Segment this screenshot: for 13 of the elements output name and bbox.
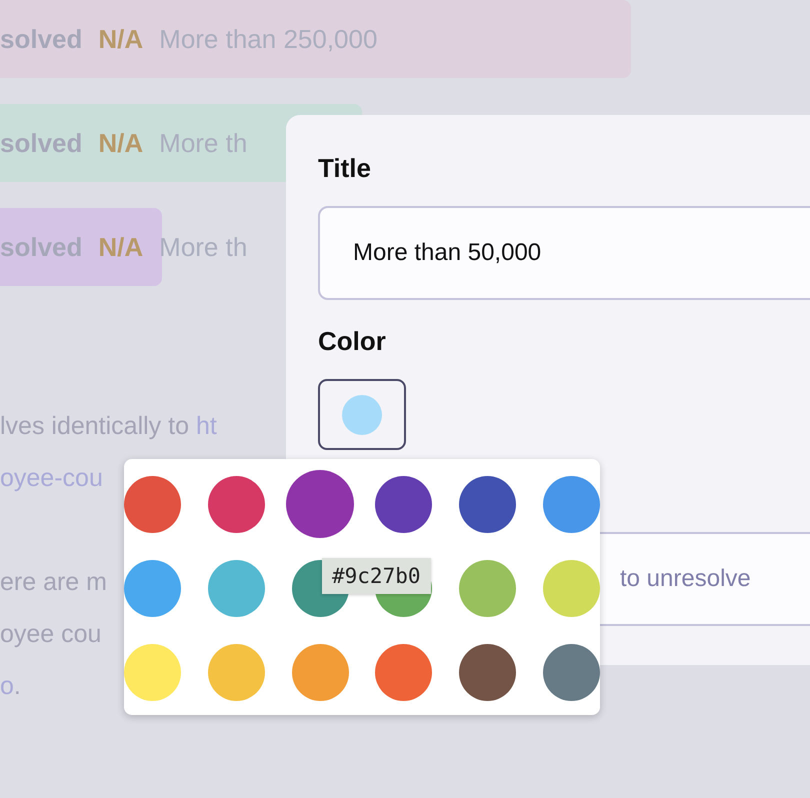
- paragraph-text: .: [14, 672, 21, 700]
- paragraph-text: oyee cou: [0, 620, 102, 648]
- count-text: N/A: [98, 24, 144, 54]
- count-text: N/A: [98, 128, 144, 158]
- field-label: Title: [318, 153, 371, 184]
- color-picker-button[interactable]: [318, 379, 406, 450]
- paragraph-text: ere are m: [0, 568, 107, 596]
- field-label: Color: [318, 326, 386, 357]
- count-text: N/A: [98, 232, 144, 262]
- tooltip: #9c27b0: [322, 558, 431, 594]
- paragraph-text: lves identically to: [0, 412, 190, 440]
- status-text: solved: [0, 24, 82, 54]
- title-input[interactable]: More than 50,000: [318, 206, 810, 300]
